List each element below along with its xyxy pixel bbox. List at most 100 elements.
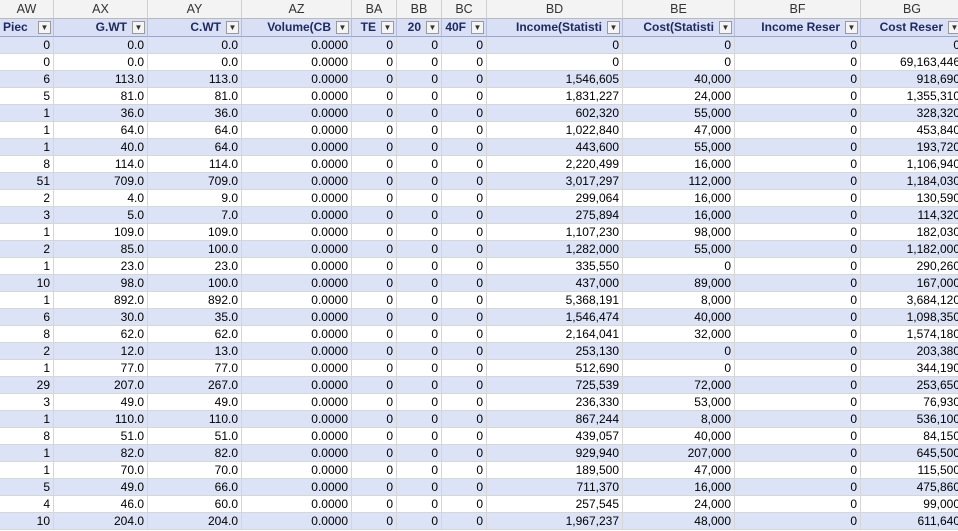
table-cell[interactable]: 47,000 (623, 462, 735, 479)
table-cell[interactable]: 8,000 (623, 292, 735, 309)
table-cell[interactable]: 0 (735, 37, 861, 54)
table-cell[interactable]: 536,100 (861, 411, 958, 428)
dropdown-arrow-icon[interactable]: ▼ (719, 21, 732, 34)
table-cell[interactable]: 1,546,605 (487, 71, 623, 88)
table-cell[interactable]: 0 (623, 37, 735, 54)
table-cell[interactable]: 1 (0, 445, 54, 462)
table-cell[interactable]: 0.0000 (242, 445, 352, 462)
table-cell[interactable]: 0 (442, 343, 487, 360)
table-cell[interactable]: 0 (735, 258, 861, 275)
table-cell[interactable]: 328,320 (861, 105, 958, 122)
table-cell[interactable]: 98,000 (623, 224, 735, 241)
table-cell[interactable]: 47,000 (623, 122, 735, 139)
header-cell[interactable]: Cost Reser ▼ (861, 19, 958, 37)
table-cell[interactable]: 207.0 (54, 377, 148, 394)
dropdown-arrow-icon[interactable]: ▼ (336, 21, 349, 34)
table-cell[interactable]: 0 (442, 394, 487, 411)
table-cell[interactable]: 109.0 (148, 224, 242, 241)
table-cell[interactable]: 0.0000 (242, 309, 352, 326)
table-cell[interactable]: 0 (352, 241, 397, 258)
table-cell[interactable]: 16,000 (623, 479, 735, 496)
table-cell[interactable]: 335,550 (487, 258, 623, 275)
table-cell[interactable]: 0 (442, 258, 487, 275)
table-cell[interactable]: 0 (442, 445, 487, 462)
table-cell[interactable]: 82.0 (148, 445, 242, 462)
table-cell[interactable]: 167,000 (861, 275, 958, 292)
table-cell[interactable]: 189,500 (487, 462, 623, 479)
table-cell[interactable]: 0 (623, 360, 735, 377)
table-cell[interactable]: 113.0 (148, 71, 242, 88)
table-cell[interactable]: 0 (397, 479, 442, 496)
table-cell[interactable]: 0 (735, 156, 861, 173)
table-cell[interactable]: 1,107,230 (487, 224, 623, 241)
table-cell[interactable]: 70.0 (54, 462, 148, 479)
table-cell[interactable]: 112,000 (623, 173, 735, 190)
table-cell[interactable]: 48,000 (623, 513, 735, 530)
table-cell[interactable]: 51 (0, 173, 54, 190)
table-cell[interactable]: 0 (397, 173, 442, 190)
table-cell[interactable]: 0 (442, 513, 487, 530)
table-cell[interactable]: 0 (735, 54, 861, 71)
table-cell[interactable]: 0 (397, 496, 442, 513)
header-cell[interactable]: 20 ▼ (397, 19, 442, 37)
table-cell[interactable]: 0 (352, 156, 397, 173)
table-cell[interactable]: 257,545 (487, 496, 623, 513)
table-cell[interactable]: 1,355,310 (861, 88, 958, 105)
table-cell[interactable]: 76,930 (861, 394, 958, 411)
table-cell[interactable]: 114.0 (54, 156, 148, 173)
table-cell[interactable]: 0.0000 (242, 513, 352, 530)
table-cell[interactable]: 0 (735, 207, 861, 224)
column-letter-bf[interactable]: BF (735, 0, 861, 19)
table-cell[interactable]: 10 (0, 275, 54, 292)
table-cell[interactable]: 100.0 (148, 241, 242, 258)
table-cell[interactable]: 0 (442, 173, 487, 190)
table-cell[interactable]: 439,057 (487, 428, 623, 445)
column-letter-aw[interactable]: AW (0, 0, 54, 19)
table-cell[interactable]: 99,000 (861, 496, 958, 513)
table-cell[interactable]: 0 (735, 479, 861, 496)
table-cell[interactable]: 929,940 (487, 445, 623, 462)
table-cell[interactable]: 6 (0, 71, 54, 88)
table-cell[interactable]: 82.0 (54, 445, 148, 462)
table-cell[interactable]: 115,500 (861, 462, 958, 479)
table-cell[interactable]: 62.0 (54, 326, 148, 343)
table-cell[interactable]: 0 (352, 411, 397, 428)
table-cell[interactable]: 0 (397, 394, 442, 411)
table-cell[interactable]: 2 (0, 241, 54, 258)
table-cell[interactable]: 611,640 (861, 513, 958, 530)
table-cell[interactable]: 0.0000 (242, 71, 352, 88)
table-cell[interactable]: 55,000 (623, 105, 735, 122)
table-cell[interactable]: 36.0 (54, 105, 148, 122)
table-cell[interactable]: 60.0 (148, 496, 242, 513)
table-cell[interactable]: 0 (397, 156, 442, 173)
table-cell[interactable]: 0 (397, 428, 442, 445)
table-cell[interactable]: 16,000 (623, 156, 735, 173)
table-cell[interactable]: 1,546,474 (487, 309, 623, 326)
table-cell[interactable]: 114,320 (861, 207, 958, 224)
table-cell[interactable]: 0 (397, 241, 442, 258)
table-cell[interactable]: 0 (442, 122, 487, 139)
table-cell[interactable]: 0.0 (148, 37, 242, 54)
table-cell[interactable]: 4.0 (54, 190, 148, 207)
table-cell[interactable]: 0.0000 (242, 360, 352, 377)
dropdown-arrow-icon[interactable]: ▼ (381, 21, 394, 34)
dropdown-arrow-icon[interactable]: ▼ (132, 21, 145, 34)
table-cell[interactable]: 253,650 (861, 377, 958, 394)
table-cell[interactable]: 867,244 (487, 411, 623, 428)
header-cell[interactable]: G.WT ▼ (54, 19, 148, 37)
table-cell[interactable]: 89,000 (623, 275, 735, 292)
table-cell[interactable]: 0 (397, 513, 442, 530)
table-cell[interactable]: 0 (735, 462, 861, 479)
table-cell[interactable]: 0 (397, 88, 442, 105)
column-letter-ax[interactable]: AX (54, 0, 148, 19)
table-cell[interactable]: 30.0 (54, 309, 148, 326)
table-cell[interactable]: 1,831,227 (487, 88, 623, 105)
table-cell[interactable]: 0 (442, 37, 487, 54)
table-cell[interactable]: 0.0000 (242, 156, 352, 173)
table-cell[interactable]: 475,860 (861, 479, 958, 496)
table-cell[interactable]: 23.0 (54, 258, 148, 275)
table-cell[interactable]: 207,000 (623, 445, 735, 462)
table-cell[interactable]: 2 (0, 190, 54, 207)
header-cell[interactable]: Volume(CB ▼ (242, 19, 352, 37)
table-cell[interactable]: 344,190 (861, 360, 958, 377)
